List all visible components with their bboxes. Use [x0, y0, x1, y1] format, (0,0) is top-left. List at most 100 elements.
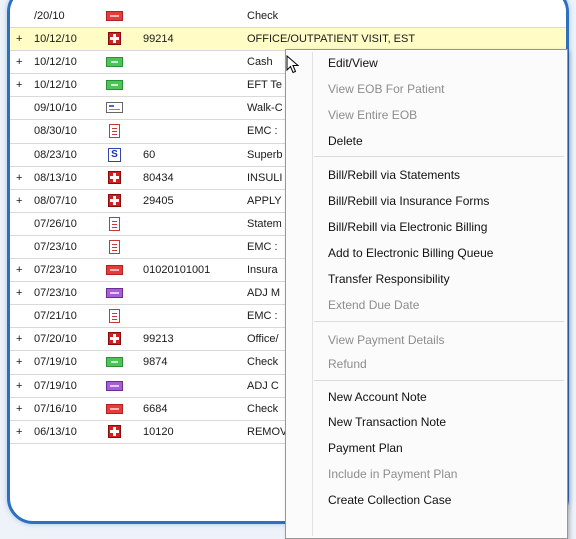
expand-toggle[interactable]: + — [16, 333, 22, 345]
superbill-icon: S — [108, 147, 121, 162]
menu-create-collection-case[interactable]: Create Collection Case — [328, 493, 451, 507]
cash-icon — [106, 357, 123, 368]
medical-cross-icon — [108, 32, 121, 46]
cash-icon — [106, 80, 123, 91]
row-description: EFT Te — [247, 79, 283, 92]
row-date: 07/20/10 — [34, 333, 77, 346]
row-date: 08/07/10 — [34, 194, 77, 207]
table-row[interactable]: /20/10 Check P — [10, 5, 569, 29]
row-date: 06/13/10 — [34, 425, 77, 438]
row-code: 99213 — [143, 333, 174, 346]
menu-separator — [314, 321, 564, 322]
row-status: P — [566, 33, 569, 45]
row-description: EMC : — [247, 240, 278, 253]
row-description: Walk-C — [247, 102, 283, 115]
menu-bill-electronic[interactable]: Bill/Rebill via Electronic Billing — [328, 220, 487, 234]
expand-toggle[interactable]: + — [16, 356, 22, 368]
card-icon — [106, 102, 123, 114]
row-date: 09/10/10 — [34, 102, 77, 115]
row-description: EMC : — [247, 125, 278, 138]
menu-new-account-note[interactable]: New Account Note — [328, 390, 427, 404]
menu-bill-statements[interactable]: Bill/Rebill via Statements — [328, 168, 460, 182]
row-code: 29405 — [143, 194, 174, 207]
mouse-pointer-icon — [286, 55, 300, 74]
row-date: 08/23/10 — [34, 148, 77, 161]
row-description: Check — [247, 402, 279, 415]
row-date: 07/23/10 — [34, 287, 77, 300]
row-code: 01020101001 — [143, 264, 211, 277]
row-date: 08/13/10 — [34, 171, 77, 184]
document-icon — [109, 124, 120, 139]
row-date: 07/21/10 — [34, 310, 77, 323]
row-date: 10/12/10 — [34, 33, 77, 46]
menu-extend-due-date[interactable]: Extend Due Date — [328, 298, 419, 312]
row-description: EMC : — [247, 310, 278, 323]
expand-toggle[interactable]: + — [16, 33, 22, 45]
bill-icon — [106, 265, 123, 276]
menu-include-payment-plan[interactable]: Include in Payment Plan — [328, 467, 457, 481]
row-description: INSULI — [247, 171, 283, 184]
menu-separator — [314, 380, 564, 381]
row-code: 9874 — [143, 356, 168, 369]
row-status: P — [566, 10, 569, 22]
medical-cross-icon — [108, 170, 121, 184]
medical-cross-icon — [108, 193, 121, 207]
row-description: ADJ M — [247, 287, 280, 300]
bill-icon — [106, 403, 123, 414]
row-date: 08/30/10 — [34, 125, 77, 138]
adjustment-icon — [106, 288, 123, 299]
expand-toggle[interactable]: + — [16, 172, 22, 184]
expand-toggle[interactable]: + — [16, 403, 22, 415]
menu-view-entire-eob[interactable]: View Entire EOB — [328, 108, 417, 122]
bill-icon — [106, 11, 123, 21]
medical-cross-icon — [108, 332, 121, 346]
row-description: Statem — [247, 217, 282, 230]
expand-toggle[interactable]: + — [16, 287, 22, 299]
menu-view-payment-details[interactable]: View Payment Details — [328, 333, 445, 347]
adjustment-icon — [106, 380, 123, 391]
row-description: Check — [247, 356, 279, 369]
row-code: 10120 — [143, 425, 174, 438]
row-description: ADJ C — [247, 379, 279, 392]
menu-transfer-responsibility[interactable]: Transfer Responsibility — [328, 272, 450, 286]
menu-separator — [314, 156, 564, 157]
row-date: 07/19/10 — [34, 379, 77, 392]
menu-new-transaction-note[interactable]: New Transaction Note — [328, 415, 446, 429]
row-code: 60 — [143, 148, 156, 161]
menu-delete[interactable]: Delete — [328, 134, 363, 148]
row-date: 07/16/10 — [34, 402, 77, 415]
expand-toggle[interactable]: + — [16, 426, 22, 438]
document-icon — [109, 309, 120, 324]
menu-view-eob-patient[interactable]: View EOB For Patient — [328, 82, 445, 96]
expand-toggle[interactable]: + — [16, 380, 22, 392]
row-code: 80434 — [143, 171, 174, 184]
row-description: Insura — [247, 264, 278, 277]
document-icon — [109, 239, 120, 254]
expand-toggle[interactable]: + — [16, 264, 22, 276]
row-description: Superb — [247, 148, 283, 161]
table-row-selected[interactable]: + 10/12/10 99214 OFFICE/OUTPATIENT VISIT… — [10, 28, 569, 52]
menu-bill-insurance[interactable]: Bill/Rebill via Insurance Forms — [328, 194, 489, 208]
context-menu: Edit/View View EOB For Patient View Enti… — [285, 49, 568, 539]
row-date: 07/26/10 — [34, 217, 77, 230]
row-code: 99214 — [143, 33, 174, 46]
row-description: OFFICE/OUTPATIENT VISIT, EST — [247, 33, 416, 46]
medical-cross-icon — [108, 424, 121, 438]
row-description: Cash — [247, 56, 273, 69]
row-description: Office/ — [247, 333, 279, 346]
expand-toggle[interactable]: + — [16, 195, 22, 207]
row-date: 10/12/10 — [34, 56, 77, 69]
row-date: /20/10 — [34, 10, 65, 22]
menu-payment-plan[interactable]: Payment Plan — [328, 441, 403, 455]
expand-toggle[interactable]: + — [16, 79, 22, 91]
menu-refund[interactable]: Refund — [328, 357, 367, 371]
row-date: 07/23/10 — [34, 240, 77, 253]
row-description: Check — [247, 10, 279, 22]
row-date: 07/23/10 — [34, 264, 77, 277]
cash-icon — [106, 57, 123, 68]
expand-toggle[interactable]: + — [16, 56, 22, 68]
menu-edit-view[interactable]: Edit/View — [328, 56, 378, 70]
row-description: APPLY — [247, 194, 282, 207]
menu-add-ebilling-queue[interactable]: Add to Electronic Billing Queue — [328, 246, 493, 260]
row-date: 10/12/10 — [34, 79, 77, 92]
